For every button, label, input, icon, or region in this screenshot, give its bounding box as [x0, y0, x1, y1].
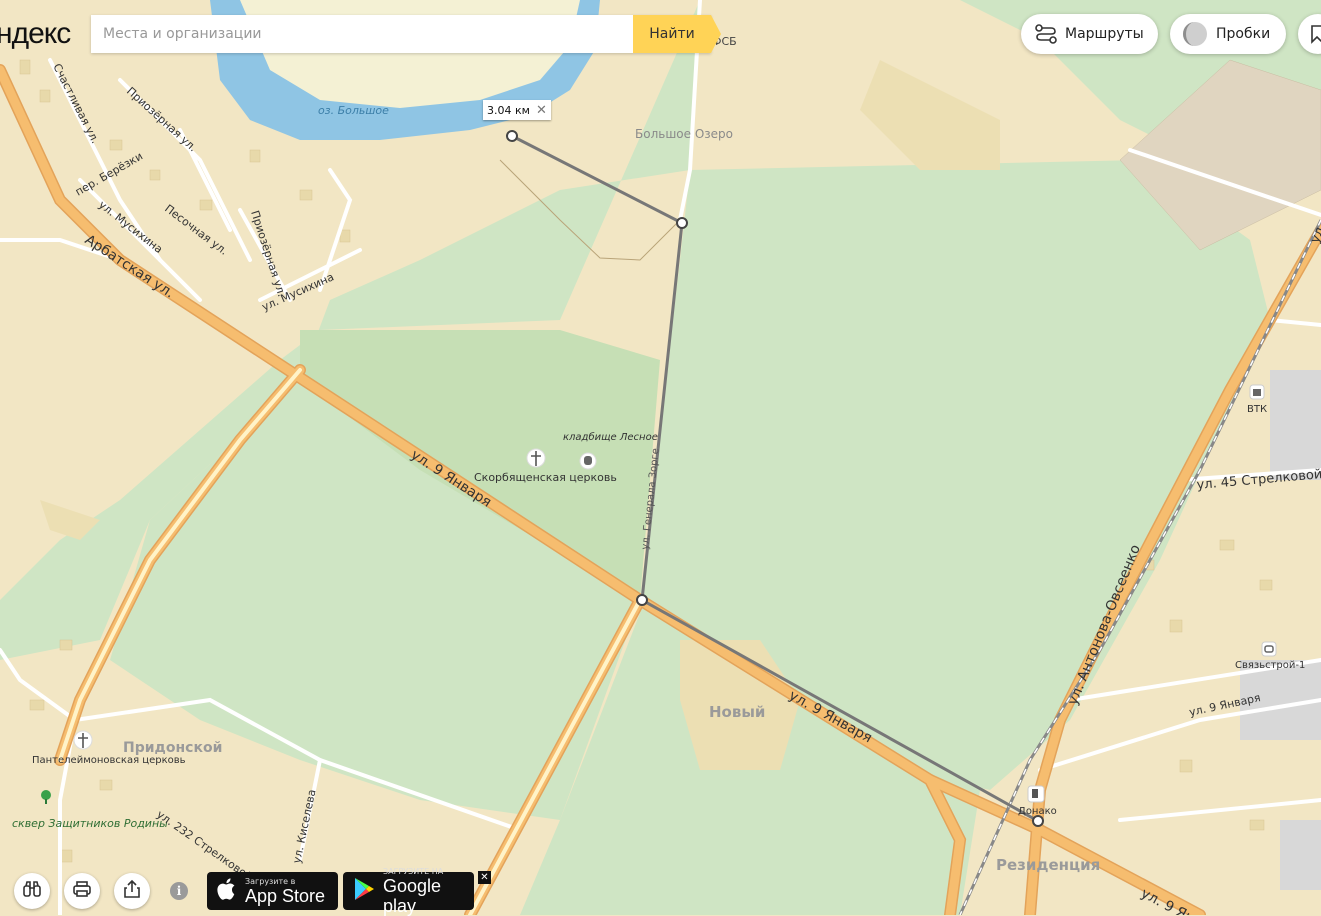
- map-canvas[interactable]: оз. Большое Большое Озеро ФСБ кладбище Л…: [0, 0, 1321, 915]
- app-store-text: App Store: [245, 885, 326, 906]
- ruler-point[interactable]: [676, 217, 688, 229]
- district-label: Большое Озеро: [635, 127, 733, 141]
- ruler-point[interactable]: [506, 130, 518, 142]
- search-input[interactable]: [91, 15, 633, 53]
- google-play-text: Google play: [383, 875, 442, 916]
- traffic-icon: [1182, 21, 1208, 47]
- google-play-small-text: ЗАГРУЗИТЕ НА: [383, 866, 444, 876]
- poi-label: ВТК: [1247, 404, 1267, 415]
- poi-label: сквер Защитников Родины: [12, 817, 168, 830]
- district-label: Резиденция: [996, 856, 1100, 874]
- district-label: Придонской: [123, 740, 222, 756]
- app-store-small-text: Загрузите в: [245, 876, 296, 886]
- bookmark-icon: [1310, 24, 1321, 44]
- poi-label: Пантелеймоновская церковь: [32, 755, 186, 766]
- building-icon[interactable]: [1249, 384, 1265, 400]
- apple-icon: [217, 877, 237, 905]
- panorama-button[interactable]: [14, 873, 50, 909]
- church-icon[interactable]: [526, 448, 546, 468]
- ruler-point[interactable]: [636, 594, 648, 606]
- fuel-station-icon[interactable]: [1027, 785, 1045, 803]
- building-icon[interactable]: [1261, 641, 1277, 657]
- poi-label: Донако: [1018, 806, 1057, 817]
- cemetery-icon[interactable]: [579, 452, 597, 470]
- lake-label: оз. Большое: [318, 104, 389, 117]
- print-icon: [72, 880, 92, 902]
- poi-label: Связьстрой-1: [1235, 660, 1305, 671]
- traffic-label: Пробки: [1216, 26, 1271, 42]
- info-icon[interactable]: i: [170, 882, 188, 900]
- close-icon[interactable]: ✕: [536, 103, 547, 118]
- poi-label: кладбище Лесное: [563, 431, 658, 443]
- routes-label: Маршруты: [1065, 26, 1144, 42]
- binoculars-icon: [22, 880, 42, 902]
- district-label: Новый: [709, 703, 765, 721]
- route-icon: [1035, 24, 1057, 44]
- share-icon: [123, 879, 141, 903]
- poi-label: Скорбященская церковь: [474, 471, 617, 484]
- ruler-distance-label: 3.04 км ✕: [483, 100, 551, 120]
- search-bar: Найти: [91, 15, 721, 53]
- routes-button[interactable]: Маршруты: [1021, 14, 1158, 54]
- print-button[interactable]: [64, 873, 100, 909]
- church-icon[interactable]: [73, 730, 93, 750]
- traffic-button[interactable]: Пробки: [1170, 14, 1286, 54]
- share-button[interactable]: [114, 873, 150, 909]
- ruler-point[interactable]: [1032, 815, 1044, 827]
- google-play-banner[interactable]: ЗАГРУЗИТЕ НА Google play: [343, 867, 474, 916]
- distance-text: 3.04 км: [487, 103, 530, 117]
- app-store-banner[interactable]: Загрузите в App Store: [207, 872, 338, 910]
- yandex-logo[interactable]: ндекс: [0, 14, 71, 54]
- google-play-icon: [353, 877, 375, 905]
- search-button[interactable]: Найти: [633, 15, 721, 53]
- banner-close-icon[interactable]: ✕: [478, 871, 491, 884]
